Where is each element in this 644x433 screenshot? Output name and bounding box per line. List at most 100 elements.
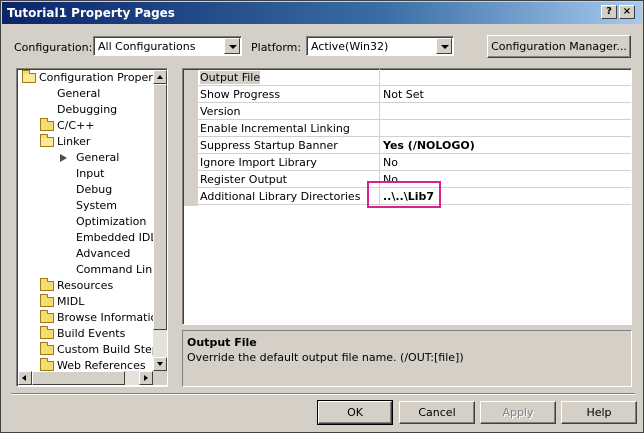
tree-item-label: Build Events xyxy=(57,327,126,340)
chevron-down-icon[interactable] xyxy=(224,38,240,54)
property-row[interactable]: Version xyxy=(198,103,631,120)
folder-open-icon xyxy=(40,134,54,147)
configuration-value: All Configurations xyxy=(98,40,196,53)
property-name: Ignore Import Library xyxy=(200,156,317,169)
help-titlebar-button[interactable]: ? xyxy=(601,5,617,19)
property-row[interactable]: Suppress Startup Banner Yes (/NOLOGO) xyxy=(198,137,631,154)
tree-item-label: Debugging xyxy=(57,103,118,116)
property-row[interactable]: Output File xyxy=(198,69,631,86)
tree-item[interactable]: Advanced xyxy=(17,246,153,262)
scroll-left-arrow-icon[interactable] xyxy=(18,371,32,385)
scroll-right-arrow-icon[interactable] xyxy=(139,371,153,385)
tree-item-label: Configuration Properties xyxy=(39,71,168,84)
tree-item[interactable]: Embedded IDL xyxy=(17,230,157,246)
tree-item[interactable]: Configuration Properties xyxy=(17,70,167,86)
tree-item-label: Custom Build Step xyxy=(57,343,159,356)
property-value[interactable]: No xyxy=(383,156,398,169)
folder-icon xyxy=(40,342,54,355)
close-button[interactable]: × xyxy=(619,5,635,19)
folder-open-icon xyxy=(22,70,36,83)
ok-button[interactable]: OK xyxy=(317,400,393,425)
tree-item[interactable]: Browse Information xyxy=(17,310,164,326)
property-name: Output File xyxy=(200,71,261,84)
chevron-down-icon[interactable] xyxy=(436,38,452,54)
scroll-corner xyxy=(153,371,167,385)
tree-item-label: Command Line xyxy=(76,263,159,276)
tree-item[interactable]: General xyxy=(17,150,153,166)
tree-item-label: Linker xyxy=(57,135,91,148)
tree-item-label: Embedded IDL xyxy=(76,231,157,244)
configuration-label: Configuration: xyxy=(14,41,93,54)
configuration-dropdown[interactable]: All Configurations xyxy=(93,36,242,56)
title-bar: Tutorial1 Property Pages ? × xyxy=(2,2,642,24)
pointer-icon xyxy=(60,154,67,162)
folder-icon xyxy=(40,326,54,339)
property-name: Show Progress xyxy=(200,88,281,101)
tree-item[interactable]: Resources xyxy=(17,278,153,294)
property-name: Suppress Startup Banner xyxy=(200,139,338,152)
tree-item[interactable]: Debug xyxy=(17,182,153,198)
grid-gutter xyxy=(184,70,198,206)
column-divider xyxy=(379,154,380,171)
tree-item[interactable]: System xyxy=(17,198,153,214)
tree-item[interactable]: Custom Build Step xyxy=(17,342,159,358)
tree-item-label: General xyxy=(76,151,120,164)
tree-item-label: Input xyxy=(76,167,105,180)
property-value[interactable]: Yes (/NOLOGO) xyxy=(383,139,475,152)
column-divider xyxy=(379,103,380,120)
scroll-down-arrow-icon[interactable] xyxy=(153,357,167,371)
tree-item[interactable]: Debugging xyxy=(17,102,153,118)
tree-item[interactable]: General xyxy=(17,86,153,102)
platform-value: Active(Win32) xyxy=(311,40,389,53)
window-title: Tutorial1 Property Pages xyxy=(7,6,175,20)
help-button[interactable]: Help xyxy=(561,401,637,424)
configuration-manager-button[interactable]: Configuration Manager... xyxy=(487,35,631,58)
column-divider xyxy=(379,69,380,86)
platform-label: Platform: xyxy=(251,41,302,54)
description-panel: Output File Override the default output … xyxy=(182,330,632,387)
tree-item[interactable]: Command Line xyxy=(17,262,159,278)
tree-item-label: General xyxy=(57,87,101,100)
tree-item-label: Debug xyxy=(76,183,113,196)
property-name: Register Output xyxy=(200,173,287,186)
property-name: Enable Incremental Linking xyxy=(200,122,350,135)
column-divider xyxy=(379,86,380,103)
apply-button[interactable]: Apply xyxy=(480,401,556,424)
folder-icon xyxy=(40,310,54,323)
column-divider xyxy=(379,120,380,137)
scroll-thumb[interactable] xyxy=(153,84,167,330)
tree-vertical-scrollbar[interactable] xyxy=(153,70,167,371)
description-text: Override the default output file name. (… xyxy=(187,351,464,364)
tree-item[interactable]: C/C++ xyxy=(17,118,153,134)
tree-horizontal-scrollbar[interactable] xyxy=(18,371,153,385)
tree-item[interactable]: Optimization xyxy=(17,214,153,230)
tree-item[interactable]: Input xyxy=(17,166,153,182)
scroll-thumb[interactable] xyxy=(32,371,125,385)
description-title: Output File xyxy=(187,336,257,349)
folder-icon xyxy=(40,294,54,307)
tree-item-label: C/C++ xyxy=(57,119,95,132)
tree-item[interactable]: Linker xyxy=(17,134,153,150)
tree-item-label: MIDL xyxy=(57,295,85,308)
property-row[interactable]: Show Progress Not Set xyxy=(198,86,631,103)
highlight-annotation xyxy=(367,181,441,208)
scroll-up-arrow-icon[interactable] xyxy=(153,70,167,84)
settings-tree[interactable]: Configuration Properties General Debugging… xyxy=(16,68,168,387)
divider xyxy=(11,393,635,395)
property-pages-window: Tutorial1 Property Pages ? × Configurati… xyxy=(0,0,644,433)
tree-item-label: System xyxy=(76,199,118,212)
platform-dropdown[interactable]: Active(Win32) xyxy=(306,36,454,56)
folder-icon xyxy=(40,358,54,371)
folder-icon xyxy=(40,118,54,131)
property-row[interactable]: Enable Incremental Linking xyxy=(198,120,631,137)
property-value[interactable]: Not Set xyxy=(383,88,424,101)
tree-item[interactable]: Build Events xyxy=(17,326,153,342)
property-name: Version xyxy=(200,105,241,118)
tree-item-label: Optimization xyxy=(76,215,147,228)
tree-item[interactable]: MIDL xyxy=(17,294,153,310)
tree-item-label: Advanced xyxy=(76,247,131,260)
cancel-button[interactable]: Cancel xyxy=(399,401,475,424)
folder-icon xyxy=(40,278,54,291)
property-row[interactable]: Ignore Import Library No xyxy=(198,154,631,171)
tree-item-label: Resources xyxy=(57,279,114,292)
